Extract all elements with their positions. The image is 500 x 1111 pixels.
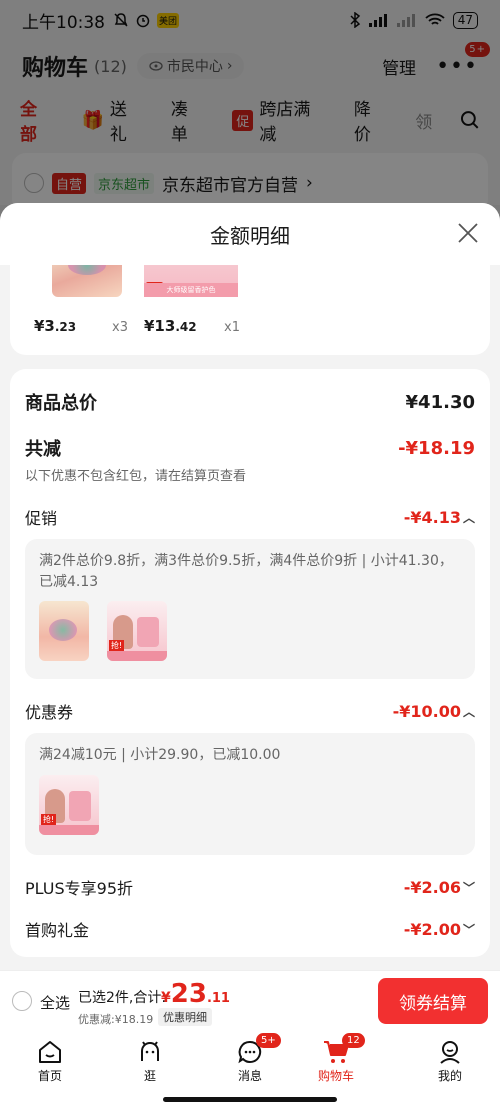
chevron-up-icon[interactable]: ︿: [463, 703, 475, 720]
discount-detail-button[interactable]: 优惠明细: [158, 1008, 212, 1026]
checkout-bar: 全选 已选2件,合计: ¥ 23 .11 优惠减:¥18.19 优惠明细 领券结…: [0, 970, 500, 1031]
checkout-button[interactable]: 领券结算: [378, 978, 488, 1024]
coupon-row[interactable]: 优惠券 -¥10.00 ︿: [25, 699, 475, 723]
chevron-up-icon[interactable]: ︿: [463, 509, 475, 526]
item-quantity: x3: [112, 320, 128, 335]
reduce-hint: 以下优惠不包含红包，请在结算页查看: [25, 469, 247, 484]
nav-browse[interactable]: 逛: [110, 1037, 190, 1084]
promo-value: -¥4.13: [403, 507, 461, 527]
total-value: ¥41.30: [405, 391, 475, 413]
plus-label: PLUS专享95折: [25, 879, 133, 898]
saved-amount: 优惠减:¥18.19: [78, 1013, 154, 1026]
plus-value: -¥2.06: [403, 877, 461, 897]
cart-badge: 12: [342, 1033, 365, 1048]
nav-cart-label: 购物车: [317, 1069, 354, 1083]
item-list-card: 抢! 大师级留香护色 ¥3.23 x3 ¥13.42 x1: [10, 265, 490, 355]
first-purchase-label: 首购礼金: [25, 921, 90, 940]
product-image: 抢! 大师级留香护色: [144, 265, 238, 297]
nav-profile[interactable]: 我的: [410, 1037, 490, 1084]
select-all-checkbox[interactable]: [12, 991, 32, 1011]
coupon-detail: 满24减10元 | 小计29.90，已减10.00 抢!: [25, 733, 475, 855]
nav-browse-label: 逛: [143, 1069, 156, 1083]
nav-home[interactable]: 首页: [10, 1037, 90, 1084]
chevron-down-icon[interactable]: ﹀: [463, 879, 475, 896]
sheet-header: 金额明细: [0, 203, 500, 265]
nav-cart[interactable]: 12 购物车: [296, 1033, 376, 1084]
promo-detail: 满2件总价9.8折，满3件总价9.5折，满4件总价9折 | 小计41.30，已减…: [25, 539, 475, 679]
total-row: 商品总价 ¥41.30: [25, 389, 475, 415]
reduce-row: 共减 -¥18.19: [25, 435, 475, 461]
item-quantity: x1: [224, 320, 240, 335]
nav-messages-label: 消息: [237, 1069, 262, 1083]
sheet-title: 金额明细: [210, 223, 290, 248]
product-image: 抢!: [107, 601, 167, 661]
item-price: ¥13.42: [144, 317, 197, 335]
product-image: 抢!: [39, 775, 99, 835]
selected-count: 已选2件,合计:: [78, 990, 167, 1006]
coupon-detail-text: 满24减10元 | 小计29.90，已减10.00: [39, 747, 281, 763]
first-purchase-row[interactable]: 首购礼金 -¥2.00 ﹀: [25, 917, 475, 941]
plus-row[interactable]: PLUS专享95折 -¥2.06 ﹀: [25, 875, 475, 899]
browse-icon: [141, 1041, 159, 1061]
product-image: [52, 265, 122, 297]
promo-detail-text: 满2件总价9.8折，满3件总价9.5折，满4件总价9折 | 小计41.30，已减…: [39, 553, 453, 590]
total-amount: ¥ 23 .11: [161, 979, 230, 1009]
nav-messages[interactable]: 5+ 消息: [210, 1033, 290, 1084]
first-purchase-value: -¥2.00: [403, 919, 461, 939]
home-icon: [39, 1041, 61, 1063]
close-icon[interactable]: [456, 221, 480, 245]
select-all-label[interactable]: 全选: [40, 992, 70, 1013]
reduce-label: 共减: [25, 439, 61, 460]
profile-icon: [440, 1041, 460, 1064]
item-price: ¥3.23: [34, 317, 77, 335]
reduce-value: -¥18.19: [398, 437, 475, 459]
promo-label: 促销: [25, 509, 58, 528]
coupon-value: -¥10.00: [392, 701, 461, 721]
message-badge: 5+: [256, 1033, 281, 1048]
coupon-label: 优惠券: [25, 703, 74, 722]
nav-profile-label: 我的: [437, 1069, 462, 1083]
nav-home-label: 首页: [37, 1069, 62, 1083]
promo-row[interactable]: 促销 -¥4.13 ︿: [25, 505, 475, 529]
product-band-text: 大师级留香护色: [144, 283, 238, 297]
amount-detail-sheet: 金额明细 抢! 大师级留香护色 ¥3.23 x3 ¥13.42 x1 商品总价 …: [0, 203, 500, 970]
home-indicator[interactable]: [163, 1097, 337, 1102]
price-breakdown-card: 商品总价 ¥41.30 共减 -¥18.19 以下优惠不包含红包，请在结算页查看…: [10, 369, 490, 957]
chevron-down-icon[interactable]: ﹀: [463, 921, 475, 938]
product-image: [39, 601, 89, 661]
total-label: 商品总价: [25, 393, 97, 414]
dim-overlay[interactable]: [0, 0, 500, 205]
